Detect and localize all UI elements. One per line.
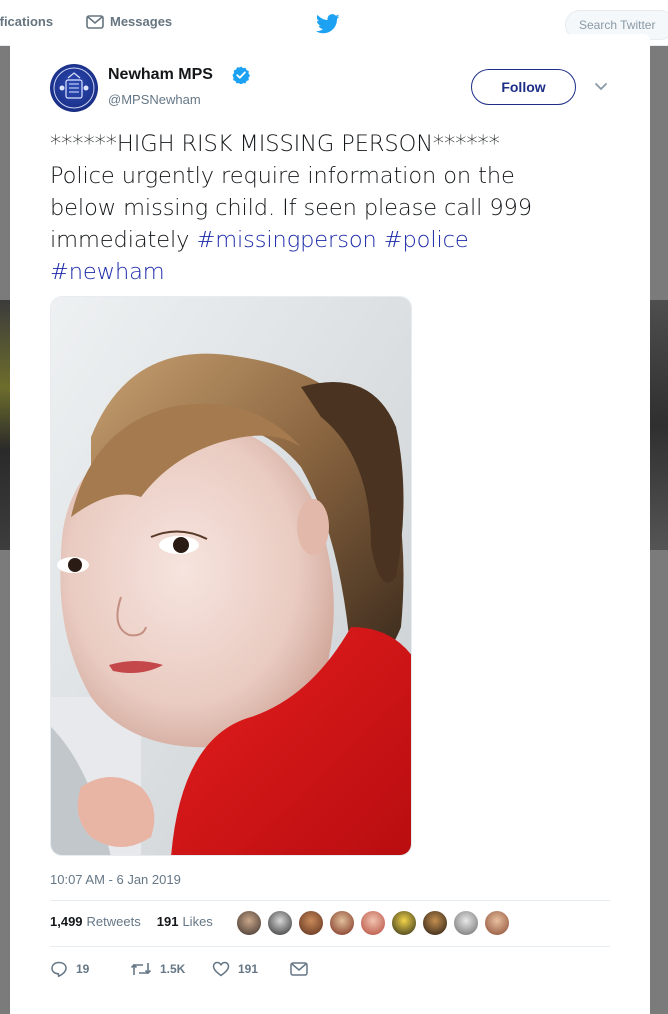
tweet-text: ******HIGH RISK MISSING PERSON****** Pol…	[50, 128, 610, 288]
author-name[interactable]: Newham MPS	[108, 66, 213, 84]
liker-avatar[interactable]	[391, 910, 417, 936]
envelope-icon	[290, 962, 308, 976]
tweet-stats: 1,499 Retweets 191 Likes	[50, 914, 213, 929]
follow-button[interactable]: Follow	[471, 69, 576, 105]
liker-avatar[interactable]	[360, 910, 386, 936]
heart-icon	[212, 961, 230, 977]
reply-button[interactable]: 19	[50, 960, 130, 978]
like-button[interactable]: 191	[212, 961, 290, 977]
twitter-bird-icon[interactable]	[316, 14, 340, 34]
verified-badge-icon	[232, 66, 250, 84]
background-blur-right	[650, 300, 668, 550]
liker-avatar[interactable]	[484, 910, 510, 936]
liker-avatar[interactable]	[267, 910, 293, 936]
tweet-actions: 19 1.5K 191	[50, 960, 308, 978]
liker-avatar[interactable]	[236, 910, 262, 936]
retweets-count[interactable]: 1,499	[50, 914, 83, 929]
liker-avatar[interactable]	[453, 910, 479, 936]
retweet-count: 1.5K	[160, 962, 186, 976]
liker-avatar[interactable]	[422, 910, 448, 936]
account-avatar[interactable]	[50, 64, 98, 112]
liker-avatar[interactable]	[329, 910, 355, 936]
chevron-down-icon[interactable]	[594, 82, 608, 92]
tweet-text-line: immediately	[50, 227, 197, 253]
hashtag-newham[interactable]: #newham	[50, 259, 165, 285]
background-blur-left	[0, 300, 10, 550]
reply-icon	[51, 961, 67, 978]
nav-notifications[interactable]: ifications	[0, 14, 53, 29]
hashtag-police[interactable]: #police	[384, 227, 469, 253]
tweet-text-line: ******HIGH RISK MISSING PERSON******	[50, 131, 500, 157]
nav-messages[interactable]: Messages	[86, 14, 172, 29]
tweet-text-line-with-hashtags: immediately #missingperson #police	[50, 224, 610, 256]
direct-message-button[interactable]	[290, 962, 308, 976]
retweets-label[interactable]: Retweets	[87, 914, 141, 929]
divider	[50, 900, 610, 901]
likes-count[interactable]: 191	[157, 914, 179, 929]
tweet-timestamp[interactable]: 10:07 AM - 6 Jan 2019	[50, 872, 181, 887]
liker-avatars	[236, 910, 510, 936]
liker-avatar[interactable]	[298, 910, 324, 936]
divider	[50, 946, 610, 947]
tweet-text-line: Police urgently require information on t…	[50, 163, 515, 189]
retweet-button[interactable]: 1.5K	[130, 961, 212, 977]
author-handle[interactable]: @MPSNewham	[108, 92, 201, 107]
hashtag-missingperson[interactable]: #missingperson	[196, 227, 376, 253]
search-placeholder: Search Twitter	[579, 18, 656, 32]
stat-spacer	[145, 914, 153, 929]
envelope-icon	[86, 14, 104, 29]
nav-messages-label: Messages	[110, 14, 173, 29]
tweet-photo-missing-child[interactable]	[50, 296, 412, 856]
like-count: 191	[238, 962, 259, 976]
tweet-text-line-with-hashtags: #newham	[50, 256, 610, 288]
tweet-permalink-card: Newham MPS @MPSNewham Follow ******HIGH …	[10, 34, 650, 1014]
nav-notifications-label: ifications	[0, 14, 54, 29]
reply-count: 19	[76, 962, 90, 976]
retweet-icon	[130, 963, 152, 975]
likes-label[interactable]: Likes	[182, 914, 212, 929]
tweet-text-line: below missing child. If seen please call…	[50, 195, 532, 221]
